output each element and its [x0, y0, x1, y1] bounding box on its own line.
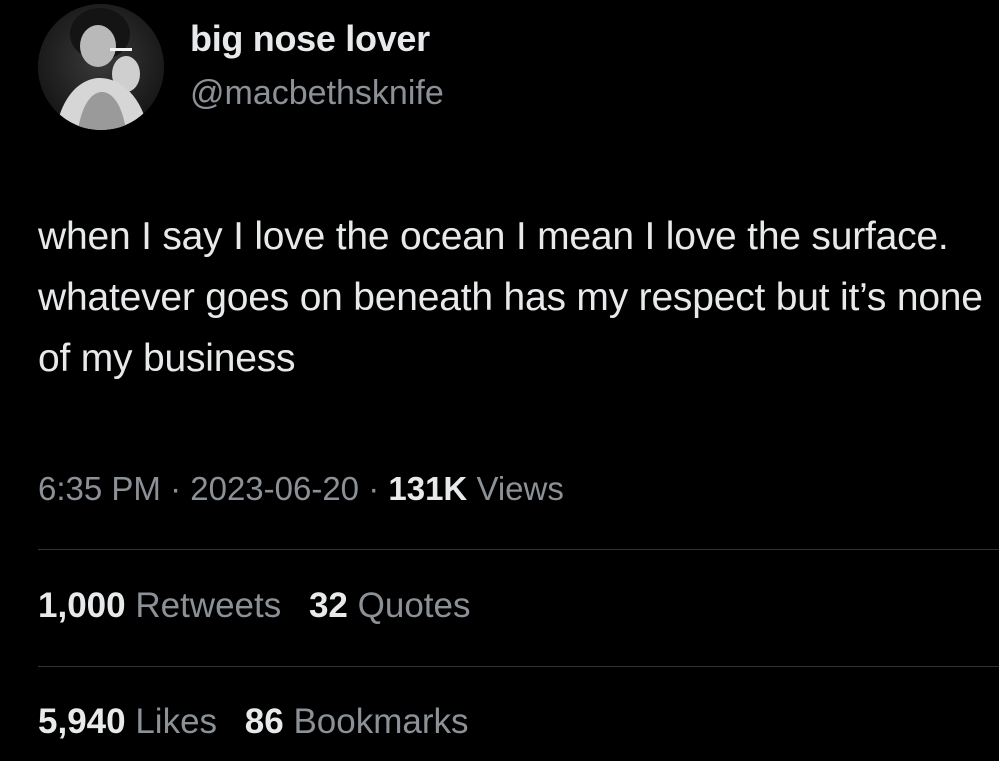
- meta-separator: ·: [359, 470, 389, 507]
- meta-separator: ·: [160, 470, 191, 507]
- divider: [38, 666, 999, 667]
- engagement-row-reposts: 1,000 Retweets 32 Quotes: [38, 586, 489, 626]
- likes-stat[interactable]: 5,940 Likes: [38, 702, 217, 742]
- quotes-label: Quotes: [357, 586, 471, 625]
- bookmarks-count: 86: [244, 702, 284, 741]
- divider: [38, 549, 999, 550]
- retweets-stat[interactable]: 1,000 Retweets: [38, 586, 281, 626]
- views-count: 131K: [388, 470, 468, 507]
- quotes-count: 32: [308, 586, 348, 625]
- retweets-label: Retweets: [135, 586, 282, 625]
- views-label: Views: [476, 470, 564, 507]
- bookmarks-stat[interactable]: 86 Bookmarks: [245, 702, 469, 742]
- user-handle[interactable]: @macbethsknife: [190, 74, 444, 113]
- tweet-meta: 6:35 PM · 2023-06-20 · 131K Views: [38, 470, 564, 508]
- bookmarks-label: Bookmarks: [293, 702, 469, 741]
- tweet-date[interactable]: 2023-06-20: [190, 470, 359, 507]
- display-name[interactable]: big nose lover: [190, 18, 430, 60]
- likes-label: Likes: [135, 702, 218, 741]
- engagement-row-likes: 5,940 Likes 86 Bookmarks: [38, 702, 487, 742]
- avatar-photo: [38, 4, 164, 130]
- likes-count: 5,940: [38, 702, 126, 741]
- tweet-time[interactable]: 6:35 PM: [38, 470, 161, 507]
- avatar[interactable]: [38, 4, 164, 130]
- retweets-count: 1,000: [38, 586, 126, 625]
- tweet-text: when I say I love the ocean I mean I lov…: [38, 215, 983, 380]
- quotes-stat[interactable]: 32 Quotes: [309, 586, 471, 626]
